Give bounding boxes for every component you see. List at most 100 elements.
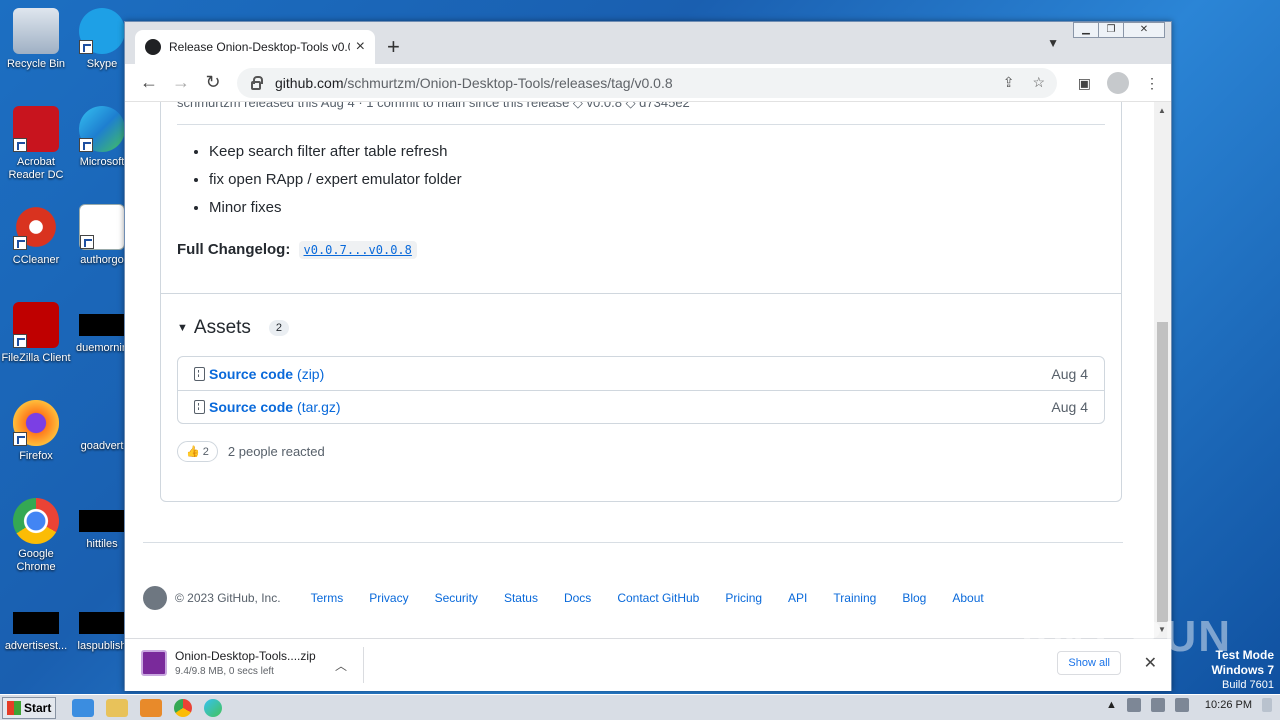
forward-arrow-icon[interactable]: → — [165, 72, 197, 93]
internet-explorer-icon[interactable] — [72, 698, 94, 717]
download-filename: Onion-Desktop-Tools....zip — [175, 649, 316, 663]
footer-link-api[interactable]: API — [788, 591, 807, 605]
desktop-icon-hittiles[interactable]: hittiles — [72, 498, 132, 551]
tab-release[interactable]: Release Onion-Desktop-Tools v0.0.8 × — [135, 30, 375, 64]
share-icon[interactable]: ⇪ — [1003, 74, 1015, 91]
tab-strip: Release Onion-Desktop-Tools v0.0.8 × + ▼… — [125, 22, 1171, 64]
desktop-icon-laspublish[interactable]: laspublish — [72, 606, 132, 653]
edge-taskbar-icon[interactable] — [204, 698, 222, 717]
github-mark-icon[interactable] — [143, 586, 167, 610]
desktop-icon-word-doc[interactable]: authorgo — [72, 204, 132, 267]
desktop-icon-ccleaner[interactable]: CCleaner — [0, 204, 74, 267]
file-thumbnail — [79, 314, 125, 336]
desktop-icon-label: Acrobat Reader DC — [8, 156, 64, 181]
download-status: 9.4/9.8 MB, 0 secs left — [175, 666, 274, 677]
system-tray: ▲ 10:26 PM — [1106, 698, 1272, 712]
page-viewport: schmurtzm released this Aug 4 · 1 commit… — [125, 102, 1155, 638]
reload-icon[interactable]: ↻ — [197, 72, 229, 93]
scrollbar-thumb[interactable] — [1157, 322, 1168, 622]
desktop-icon-label: laspublish — [77, 640, 127, 652]
desktop-icon-label: Recycle Bin — [6, 58, 66, 70]
volume-icon[interactable] — [1126, 698, 1141, 712]
desktop-icon-skype[interactable]: Skype — [72, 8, 132, 71]
changelog-compare-link[interactable]: v0.0.7...v0.0.8 — [298, 241, 417, 259]
show-desktop-button[interactable] — [1262, 698, 1272, 712]
full-changelog: Full Changelog: v0.0.7...v0.0.8 — [177, 241, 417, 259]
footer-link-docs[interactable]: Docs — [564, 591, 591, 605]
window-controls: ▁ ❐ ✕ — [1073, 22, 1165, 38]
footer-link-terms[interactable]: Terms — [311, 591, 344, 605]
media-player-icon[interactable] — [140, 698, 162, 717]
footer-link-training[interactable]: Training — [833, 591, 876, 605]
action-center-flag-icon[interactable] — [1174, 698, 1189, 712]
lock-icon[interactable] — [251, 75, 263, 90]
file-thumbnail — [79, 612, 125, 634]
assets-toggle[interactable]: ▼ Assets 2 — [177, 317, 290, 339]
asset-row[interactable]: Source code (tar.gz) Aug 4 — [178, 390, 1104, 423]
shortcut-arrow-icon — [13, 236, 27, 250]
minimize-button[interactable]: ▁ — [1073, 22, 1099, 38]
desktop-icon-label: Firefox — [19, 450, 53, 462]
start-label: Start — [24, 700, 52, 715]
file-explorer-icon[interactable] — [106, 698, 128, 717]
desktop-icon-goadvert[interactable]: goadvert — [72, 400, 132, 453]
chrome-taskbar-icon[interactable] — [174, 698, 192, 717]
desktop-icon-acrobat[interactable]: Acrobat Reader DC — [0, 106, 74, 182]
side-panel-icon[interactable]: ▣ — [1078, 75, 1091, 92]
triangle-down-icon: ▼ — [177, 322, 188, 334]
footer-link-status[interactable]: Status — [504, 591, 538, 605]
download-item[interactable]: Onion-Desktop-Tools....zip 9.4/9.8 MB, 0… — [141, 649, 316, 677]
desktop-icon-advertisest[interactable]: advertisest... — [0, 606, 74, 653]
reaction-count: 2 — [202, 446, 209, 458]
desktop-icon-filezilla[interactable]: FileZilla Client — [0, 302, 74, 365]
tray-expand-icon[interactable]: ▲ — [1106, 699, 1117, 711]
desktop-icon-firefox[interactable]: Firefox — [0, 400, 74, 463]
tab-close-icon[interactable]: × — [356, 38, 365, 56]
asset-name[interactable]: Source code — [209, 399, 293, 415]
desktop-icon-recycle-bin[interactable]: Recycle Bin — [0, 8, 74, 71]
desktop-icon-label: goadvert — [80, 440, 124, 452]
restore-button[interactable]: ❐ — [1098, 22, 1124, 38]
github-icon — [145, 39, 161, 55]
footer-link-pricing[interactable]: Pricing — [725, 591, 762, 605]
asset-row[interactable]: Source code (zip) Aug 4 — [178, 357, 1104, 390]
taskbar: Start ▲ 10:26 PM — [0, 694, 1280, 720]
tab-search-chevron-icon[interactable]: ▼ — [1047, 36, 1059, 50]
firefox-icon — [13, 400, 59, 446]
new-tab-button[interactable]: + — [387, 34, 400, 60]
footer-link-security[interactable]: Security — [435, 591, 478, 605]
asset-ext[interactable]: (tar.gz) — [297, 399, 341, 415]
divider — [363, 647, 364, 683]
bookmark-star-icon[interactable]: ☆ — [1032, 74, 1045, 91]
address-bar-actions: ⇪ ☆ — [1003, 74, 1045, 91]
assets-count-badge: 2 — [268, 320, 290, 336]
thumbs-up-reaction-button[interactable]: 👍 2 — [177, 441, 218, 462]
shortcut-arrow-icon — [79, 138, 93, 152]
asset-ext[interactable]: (zip) — [297, 366, 324, 382]
start-button[interactable]: Start — [2, 696, 56, 719]
desktop-icon-chrome[interactable]: Google Chrome — [0, 498, 74, 574]
desktop-icon-duemornin[interactable]: duemornin — [72, 302, 132, 355]
desktop-icon-edge[interactable]: Microsoft — [72, 106, 132, 169]
footer-link-contact[interactable]: Contact GitHub — [617, 591, 699, 605]
footer-link-privacy[interactable]: Privacy — [369, 591, 408, 605]
download-options-chevron-icon[interactable]: ︿ — [335, 657, 347, 674]
shortcut-arrow-icon — [79, 40, 93, 54]
address-bar[interactable]: github.com/schmurtzm/Onion-Desktop-Tools… — [237, 68, 1057, 98]
back-arrow-icon[interactable]: ← — [133, 72, 165, 93]
desktop-icon-label: duemornin — [76, 342, 128, 354]
close-button[interactable]: ✕ — [1123, 22, 1165, 38]
toolbar-right: ▣ ⋮ — [1078, 72, 1159, 94]
footer-link-about[interactable]: About — [952, 591, 983, 605]
clock[interactable]: 10:26 PM — [1205, 699, 1252, 711]
menu-kebab-icon[interactable]: ⋮ — [1145, 75, 1159, 92]
file-thumbnail — [13, 612, 59, 634]
footer-link-blog[interactable]: Blog — [902, 591, 926, 605]
asset-name[interactable]: Source code — [209, 366, 293, 382]
scroll-up-arrow-icon[interactable]: ▲ — [1158, 106, 1166, 115]
network-icon[interactable] — [1150, 698, 1165, 712]
profile-avatar-icon[interactable] — [1107, 72, 1129, 94]
download-info: Onion-Desktop-Tools....zip 9.4/9.8 MB, 0… — [175, 649, 316, 677]
ccleaner-icon — [13, 204, 59, 250]
page-scrollbar[interactable]: ▲ ▼ — [1154, 102, 1171, 638]
